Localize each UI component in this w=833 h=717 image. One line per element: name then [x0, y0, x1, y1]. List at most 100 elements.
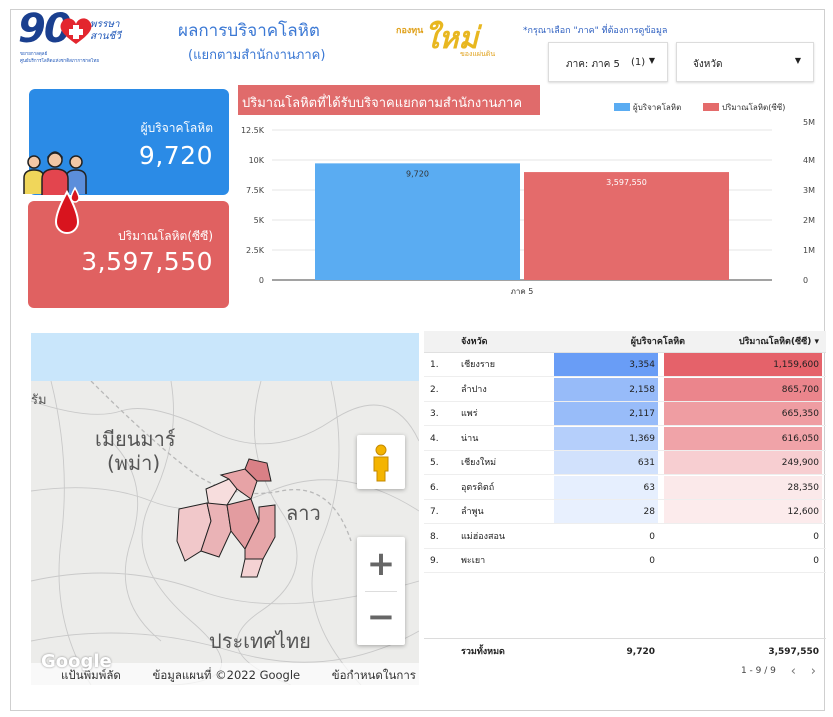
row-index: 5.: [430, 458, 439, 468]
left-tick-label: 10K: [249, 156, 265, 165]
logo-text-2: สานชีวี: [90, 31, 121, 42]
map-sea-band: [31, 333, 419, 381]
right-tick-label: 2M: [803, 216, 815, 225]
left-tick-label: 2.5K: [246, 246, 265, 255]
bar-data-label: 3,597,550: [606, 178, 647, 187]
total-donors: 9,720: [626, 647, 655, 657]
90-years-logo: 90 พรรษา สานชีวี ขยายกาลดุลย์ ศูนย์บริกา…: [18, 6, 138, 70]
volume-cell: 0: [813, 531, 819, 542]
map-label-thailand: ประเทศไทย: [209, 629, 311, 653]
table-row[interactable]: 4. น่าน 1,369 616,050: [424, 426, 826, 451]
volume-cell: 865,700: [664, 377, 822, 401]
donors-cell: 2,117: [554, 402, 658, 425]
legend-swatch-volume: [703, 103, 719, 111]
region-bar-chart: 0 2.5K 5K 7.5K 10K 12.5K 0 1M 2M 3M 4M 5M 9,720 3,597…: [241, 118, 815, 296]
table-row[interactable]: 9. พะเยา 0 0: [424, 549, 826, 573]
donors-cell: 2,158: [554, 377, 658, 401]
table-pager: 1 - 9 / 9 ‹ ›: [741, 664, 816, 679]
donors-cell: 0: [649, 556, 655, 566]
pager-range: 1 - 9 / 9: [740, 666, 776, 676]
volume-cell: 28,350: [664, 475, 822, 499]
page-subtitle: (แยกตามสำนักงานภาค): [188, 48, 326, 63]
map-label-rum: รัม: [31, 393, 47, 408]
donors-cell: 63: [554, 475, 658, 499]
table-row[interactable]: 8. แม่ฮ่องสอน 0 0: [424, 525, 826, 549]
volume-cell: 12,600: [664, 500, 822, 523]
donors-value: 9,720: [138, 141, 213, 170]
bar-data-label: 9,720: [406, 169, 429, 178]
row-index: 2.: [430, 384, 439, 395]
fund-logo-text-c: ของแผ่นดิน: [460, 50, 496, 58]
table-row[interactable]: 6. อุตรดิตถ์ 63 28,350: [424, 475, 826, 500]
right-tick-label: 4M: [803, 156, 815, 165]
table-row[interactable]: 7. ลำพูน 28 12,600: [424, 500, 826, 524]
left-tick-label: 12.5K: [241, 126, 265, 135]
province-filter-label: จังหวัด: [693, 59, 723, 70]
region-filter-count: (1): [631, 57, 646, 68]
table-row[interactable]: 1. เชียงราย 3,354 1,159,600: [424, 353, 826, 377]
total-label: รวมทั้งหมด: [461, 647, 505, 657]
legend-donors[interactable]: ผู้บริจาคโลหิต: [614, 101, 681, 114]
province-filter-dropdown[interactable]: จังหวัด ▼: [676, 42, 814, 82]
google-logo: Google: [41, 651, 112, 672]
zoom-out-button[interactable]: −: [357, 591, 405, 645]
row-index: 9.: [430, 556, 439, 566]
sort-desc-icon: ▾: [814, 337, 819, 347]
chevron-down-icon: ▼: [648, 56, 655, 65]
donors-cell: 3,354: [554, 353, 658, 376]
filter-hint: *กรุณาเลือก "ภาค" ที่ต้องการดูข้อมูล: [523, 26, 668, 36]
right-tick-label: 0: [803, 276, 808, 285]
province-table: จังหวัด ผู้บริจาคโลหิต ปริมาณโลหิต(ซีซี)…: [424, 331, 826, 686]
logo-text-3: ขยายกาลดุลย์: [20, 52, 48, 57]
province-map[interactable]: รัม เมียนมาร์ (พม่า) ลาว ประเทศไทย + − แ…: [31, 333, 419, 685]
fund-logo-text-a: กองทุน: [396, 26, 424, 36]
page-title: ผลการบริจาคโลหิต: [178, 21, 320, 41]
next-page-button[interactable]: ›: [811, 664, 816, 679]
left-tick-label: 5K: [254, 216, 265, 225]
zoom-in-button[interactable]: +: [357, 537, 405, 591]
legend-label-volume: ปริมาณโลหิต(ซีซี): [722, 103, 786, 112]
volume-cell: 665,350: [664, 402, 822, 425]
map-label-myanmar-alt: (พม่า): [107, 451, 161, 475]
map-data-credit: ข้อมูลแผนที่ ©2022 Google: [152, 668, 301, 682]
region-filter-dropdown[interactable]: ภาค: ภาค 5 (1) ▼: [548, 42, 668, 82]
donors-label: ผู้บริจาคโลหิต: [140, 121, 213, 135]
table-row[interactable]: 2. ลำปาง 2,158 865,700: [424, 377, 826, 402]
table-row[interactable]: 5. เชียงใหม่ 631 249,900: [424, 451, 826, 475]
volume-cell: 1,159,600: [664, 353, 822, 376]
right-tick-label: 3M: [803, 186, 815, 195]
right-tick-label: 1M: [803, 246, 815, 255]
legend-label-donors: ผู้บริจาคโลหิต: [633, 103, 682, 112]
legend-swatch-donors: [614, 103, 630, 111]
row-index: 4.: [430, 433, 439, 444]
header-volume-label: ปริมาณโลหิต(ซีซี): [738, 337, 812, 347]
volume-cell: 0: [813, 556, 819, 566]
row-index: 7.: [430, 507, 439, 517]
table-total-row: รวมทั้งหมด 9,720 3,597,550: [424, 638, 826, 664]
header-volume[interactable]: ปริมาณโลหิต(ซีซี) ▾: [664, 331, 822, 352]
map-zoom-controls: + −: [357, 537, 405, 645]
table-header: จังหวัด ผู้บริจาคโลหิต ปริมาณโลหิต(ซีซี)…: [424, 331, 826, 353]
blood-drop-icon: [54, 186, 80, 234]
left-tick-label: 7.5K: [246, 186, 265, 195]
row-index: 3.: [430, 409, 439, 419]
row-index: 8.: [430, 531, 439, 542]
category-tick-label: ภาค 5: [511, 287, 534, 296]
volume-value: 3,597,550: [81, 247, 213, 276]
street-view-pegman-icon[interactable]: [357, 435, 405, 489]
bar-donors: [315, 163, 520, 280]
row-index: 1.: [430, 360, 439, 370]
left-tick-label: 0: [259, 276, 264, 285]
chart-title: ปริมาณโลหิตที่ได้รับบริจาคแยกตามสำนักงาน…: [238, 85, 540, 115]
prev-page-button[interactable]: ‹: [791, 664, 796, 679]
donors-cell: 0: [649, 531, 655, 542]
donors-cell: 631: [554, 451, 658, 474]
volume-label: ปริมาณโลหิต(ซีซี): [118, 229, 213, 243]
right-tick-label: 5M: [803, 118, 815, 127]
table-row[interactable]: 3. แพร่ 2,117 665,350: [424, 402, 826, 426]
total-volume: 3,597,550: [768, 647, 819, 657]
donors-cell: 1,369: [554, 426, 658, 450]
volume-cell: 616,050: [664, 426, 822, 450]
region-filter-label: ภาค: ภาค 5: [566, 59, 620, 70]
legend-volume[interactable]: ปริมาณโลหิต(ซีซี): [703, 101, 785, 114]
